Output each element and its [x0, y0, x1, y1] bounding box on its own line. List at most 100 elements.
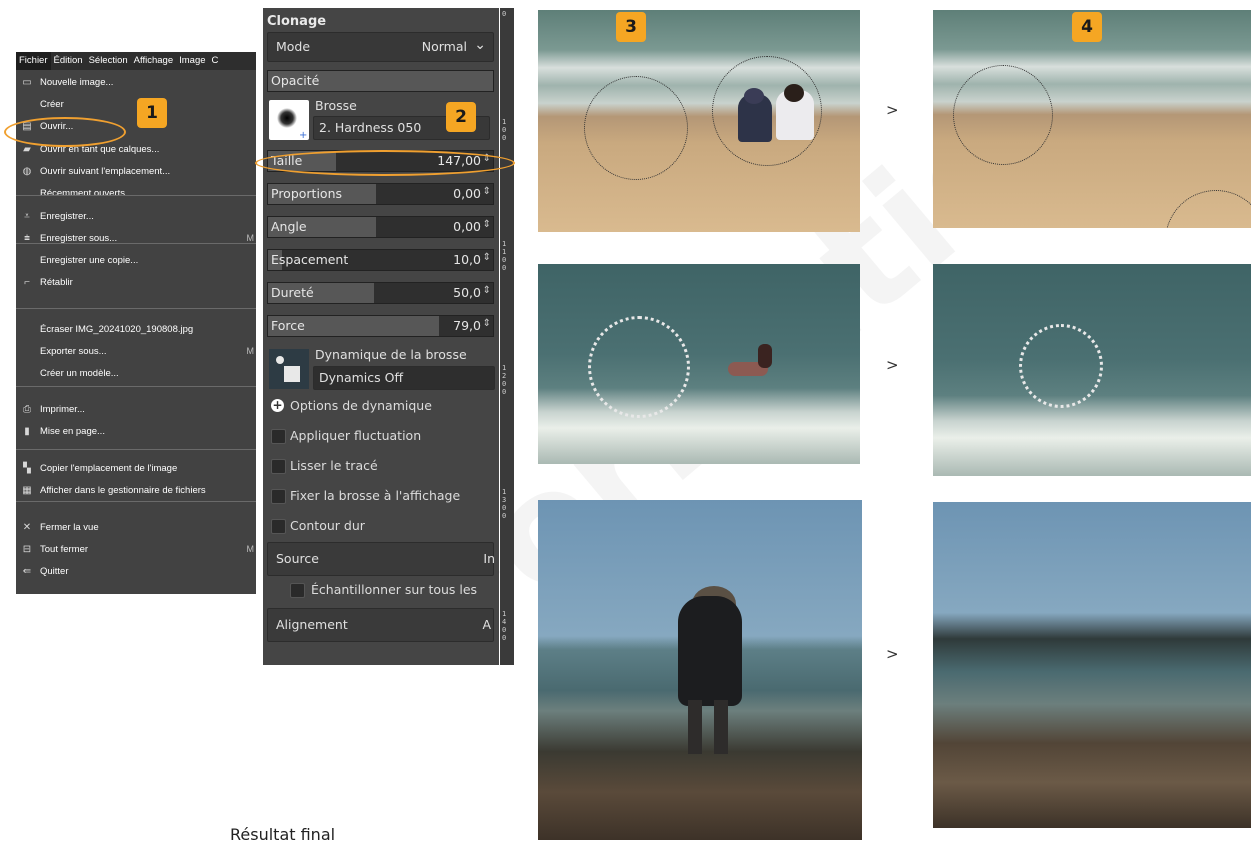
menu-item[interactable]: ⊟ Tout fermer M [16, 539, 256, 559]
menu-item-label: Imprimer... [40, 403, 85, 415]
menu-item[interactable]: Enregistrer une copie... [16, 250, 256, 270]
highlight-size [255, 150, 515, 176]
option-label: Lisser le tracé [290, 458, 378, 473]
menu-item-label: Tout fermer [40, 543, 89, 555]
spin-arrows-icon[interactable]: ⇕ [483, 252, 491, 263]
slider-label: Angle [271, 219, 307, 234]
brush-preview-icon: + [277, 108, 307, 141]
menu-item[interactable]: ▮ Mise en page... [16, 421, 256, 441]
menu-item[interactable]: ⩡ Enregistrer... [16, 206, 256, 226]
photo-after-sea [933, 264, 1251, 476]
opacity-label: Opacité [271, 73, 320, 88]
shortcut-mark: M [246, 544, 255, 554]
ruler-label: 1 2 0 0 [502, 364, 507, 396]
menu-item[interactable]: ⌐ Rétablir [16, 272, 256, 292]
shortcut-mark: M [246, 346, 255, 356]
menu-more[interactable]: C [209, 52, 222, 70]
menu-item[interactable]: Créer [16, 94, 256, 114]
mode-value: Normal [421, 39, 467, 54]
dynamics-field[interactable]: Dynamics Off [313, 366, 495, 390]
menu-item[interactable]: Créer un modèle... [16, 363, 256, 383]
spin-arrows-icon[interactable]: ⇕ [483, 186, 491, 197]
slider-proportions[interactable]: Proportions 0,00 ⇕ [267, 183, 494, 205]
print-icon: ⎙ [23, 403, 31, 415]
photo-before-beach [538, 10, 860, 232]
revert-icon: ⌐ [24, 276, 30, 288]
menu-item-label: Quitter [40, 565, 69, 577]
slider-label: Espacement [271, 252, 349, 267]
menu-item[interactable]: ⎙ Imprimer... [16, 399, 256, 419]
final-result-label: Résultat final [230, 825, 336, 844]
menu-edition[interactable]: Édition [51, 52, 86, 70]
option-checkbox[interactable] [271, 429, 286, 444]
menu-item[interactable]: ▦ Afficher dans le gestionnaire de fichie… [16, 480, 256, 500]
slider-durete[interactable]: Dureté 50,0 ⇕ [267, 282, 494, 304]
dynamics-options[interactable]: Options de dynamique [290, 398, 432, 413]
menu-item-label: Mise en page... [40, 425, 105, 437]
step-badge-2: 2 [446, 102, 476, 132]
brush-label: Brosse [315, 98, 357, 113]
menu-item[interactable]: Récemment ouverts [16, 183, 256, 203]
clone-circle [1165, 190, 1251, 228]
globe-icon: ◍ [22, 165, 32, 177]
menu-affichage[interactable]: Affichage [131, 52, 176, 70]
close-all-icon: ⊟ [22, 543, 32, 555]
menu-item[interactable]: ⩧ Enregistrer sous... M [16, 228, 256, 248]
clone-source-circle [588, 316, 690, 418]
option-label: Contour dur [290, 518, 365, 533]
spin-arrows-icon[interactable]: ⇕ [483, 219, 491, 230]
option-label: Fixer la brosse à l'affichage [290, 488, 461, 503]
file-manager-icon: ▦ [22, 484, 32, 496]
svg-text:+: + [299, 130, 307, 140]
alignment-select[interactable]: Alignement A [267, 608, 494, 642]
menu-separator [16, 386, 256, 387]
menu-separator [16, 308, 256, 309]
brush-thumbnail[interactable]: + [269, 100, 309, 141]
slider-angle[interactable]: Angle 0,00 ⇕ [267, 216, 494, 238]
source-label: Source [276, 551, 319, 566]
menu-separator [16, 195, 256, 196]
source-select[interactable]: Source In [267, 542, 495, 576]
option-checkbox[interactable] [271, 459, 286, 474]
menu-item[interactable]: ▭ Nouvelle image... [16, 72, 256, 92]
slider-value: 10,0 [453, 252, 481, 267]
menu-item[interactable]: ✕ Fermer la vue [16, 517, 256, 537]
menu-item[interactable]: ▚ Copier l'emplacement de l'image [16, 458, 256, 478]
menu-item[interactable]: ⇚ Quitter [16, 561, 256, 581]
opacity-slider[interactable]: Opacité [267, 70, 494, 92]
menu-item-label: Enregistrer... [40, 210, 94, 222]
menu-separator [16, 243, 256, 244]
mode-select[interactable]: Mode Normal ⌄ [267, 32, 494, 62]
menu-fichier[interactable]: Fichier [16, 52, 51, 70]
menu-item[interactable]: ◍ Ouvrir suivant l'emplacement... [16, 161, 256, 181]
menu-item[interactable]: Exporter sous... M [16, 341, 256, 361]
dynamics-label: Dynamique de la brosse [315, 347, 467, 362]
option-checkbox[interactable] [271, 519, 286, 534]
menu-item-label: Ouvrir suivant l'emplacement... [40, 165, 171, 177]
menu-item-label: Copier l'emplacement de l'image [40, 462, 178, 474]
slider-espacement[interactable]: Espacement 10,0 ⇕ [267, 249, 494, 271]
menu-image[interactable]: Image [176, 52, 208, 70]
menu-item-spacer [20, 344, 34, 358]
copy-location-icon: ▚ [23, 462, 31, 474]
sample-merged-checkbox[interactable] [290, 583, 305, 598]
shortcut-mark: M [246, 233, 255, 243]
menu-item[interactable]: Écraser IMG_20241020_190808.jpg [16, 319, 256, 339]
photo-before-sea [538, 264, 860, 464]
highlight-open [4, 117, 126, 147]
dynamics-thumbnail[interactable] [269, 349, 309, 389]
close-icon: ✕ [22, 521, 32, 533]
option-checkbox[interactable] [271, 489, 286, 504]
spin-arrows-icon[interactable]: ⇕ [483, 318, 491, 329]
slider-force[interactable]: Force 79,0 ⇕ [267, 315, 494, 337]
menubar: Fichier Édition Sélection Affichage Imag… [16, 52, 256, 70]
dynamics-icon [269, 349, 309, 389]
ruler-label: 1 3 0 0 [502, 488, 507, 520]
alignment-value: A [482, 617, 491, 632]
menu-selection[interactable]: Sélection [86, 52, 131, 70]
menu-item-spacer [20, 186, 34, 200]
tool-title: Clonage [267, 14, 327, 29]
clone-target-circle [712, 56, 822, 166]
spin-arrows-icon[interactable]: ⇕ [483, 285, 491, 296]
plus-icon[interactable]: + [271, 399, 284, 412]
